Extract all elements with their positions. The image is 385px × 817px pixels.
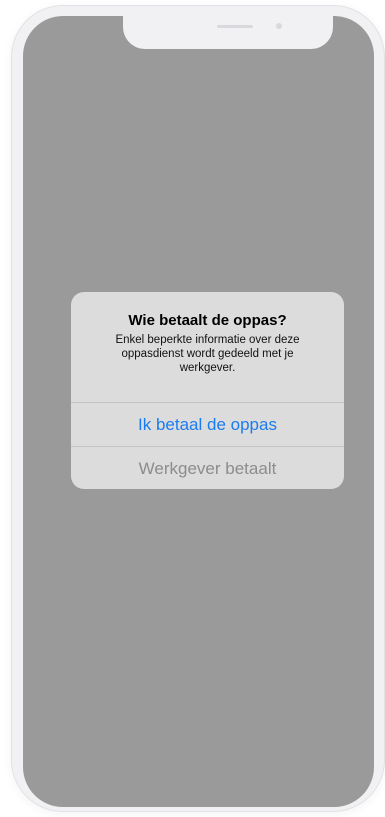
phone-notch [123,16,333,49]
speaker-grille [217,25,253,28]
i-pay-babysitter-button[interactable]: Ik betaal de oppas [71,403,344,446]
alert-body: Wie betaalt de oppas? Enkel beperkte inf… [71,292,344,402]
phone-screen: Wie betaalt de oppas? Enkel beperkte inf… [23,16,374,807]
alert-message: Enkel beperkte informatie over deze oppa… [115,334,300,374]
camera-icon [276,23,282,29]
alert-title: Wie betaalt de oppas? [128,312,287,329]
employer-pays-button[interactable]: Werkgever betaalt [71,447,344,489]
alert-dialog: Wie betaalt de oppas? Enkel beperkte inf… [71,292,344,489]
